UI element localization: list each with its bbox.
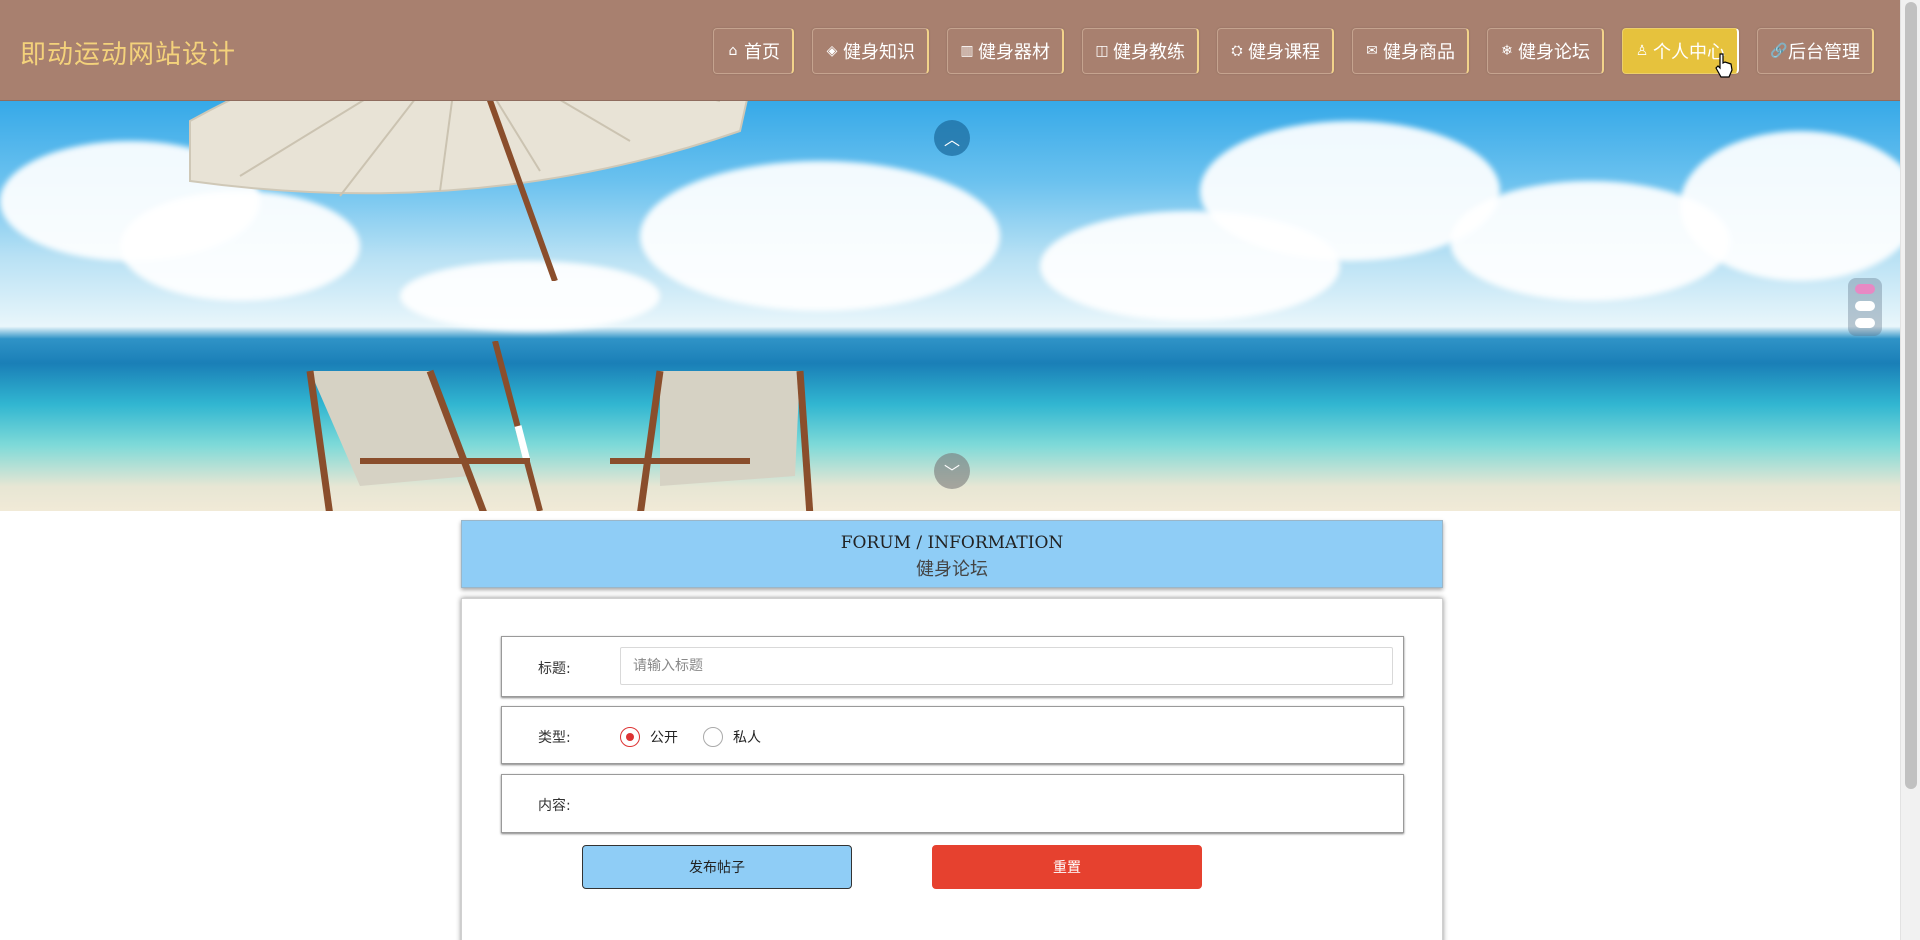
type-radio-group: 公开 私人 [620,727,786,747]
banner-carousel: ︿ ﹀ [0,101,1900,511]
user-icon: ♙ [1635,43,1649,59]
type-private-radio[interactable] [703,727,723,747]
main-nav: ⌂ 首页 ◈ 健身知识 ▥ 健身器材 ◫ 健身教练 ⛭ 健身课程 ✉ 健身商品 [695,28,1874,74]
nav-item-home[interactable]: ⌂ 首页 [713,28,794,74]
link-icon: 🔗 [1770,43,1788,59]
carousel-dot-2[interactable] [1855,301,1875,311]
nav-item-label: 健身器材 [978,42,1050,63]
type-row: 类型: 公开 私人 [501,706,1404,764]
nav-item-label: 健身知识 [843,42,915,63]
site-title: 即动运动网站设计 [20,40,237,70]
title-input[interactable] [620,647,1393,685]
nav-item-admin[interactable]: 🔗 后台管理 [1757,28,1874,74]
gift-icon: ◫ [1095,43,1109,59]
beach-chair-icon [306,369,530,511]
carousel-dot-3[interactable] [1855,318,1875,328]
carousel-dot-1[interactable] [1855,284,1875,294]
chevron-down-icon: ﹀ [943,463,960,482]
nav-item-fitness-course[interactable]: ⛭ 健身课程 [1217,28,1334,74]
scrollbar-thumb[interactable] [1905,2,1917,789]
page: 即动运动网站设计 ⌂ 首页 ◈ 健身知识 ▥ 健身器材 ◫ 健身教练 ⛭ 健身课… [0,0,1920,940]
carousel-next-button[interactable]: ﹀ [934,453,970,489]
title-row: 标题: [501,636,1404,697]
nav-item-label: 健身论坛 [1518,42,1590,63]
header: 即动运动网站设计 ⌂ 首页 ◈ 健身知识 ▥ 健身器材 ◫ 健身教练 ⛭ 健身课… [0,0,1900,101]
nav-item-fitness-forum[interactable]: ❄ 健身论坛 [1487,28,1604,74]
nav-item-label: 后台管理 [1788,42,1860,63]
layers-icon: ◈ [826,43,838,59]
home-icon: ⌂ [728,43,738,59]
carousel-indicators [1848,278,1882,336]
post-form: 标题: 类型: 公开 私人 内容: 发布帖子 重置 [461,598,1443,940]
hand-cursor-icon [1715,53,1733,78]
forum-title-en: FORUM / INFORMATION [840,533,1064,553]
title-label: 标题: [538,661,571,677]
content-row[interactable]: 内容: [501,774,1404,833]
carousel-prev-button[interactable]: ︿ [934,120,970,156]
nav-item-fitness-equipment[interactable]: ▥ 健身器材 [947,28,1064,74]
chevron-up-icon: ︿ [943,130,960,149]
nav-item-fitness-knowledge[interactable]: ◈ 健身知识 [812,28,929,74]
nav-item-fitness-goods[interactable]: ✉ 健身商品 [1352,28,1469,74]
snowflake-icon: ❄ [1501,43,1513,59]
page-scrollbar[interactable] [1900,0,1920,940]
beach-chair-icon [610,370,814,511]
nav-item-label: 健身课程 [1248,42,1320,63]
forum-title-cn: 健身论坛 [916,559,988,580]
cog-icon: ⛭ [1231,43,1243,59]
nav-item-label: 首页 [744,42,780,63]
type-public-label[interactable]: 公开 [650,727,678,747]
beach-umbrella-icon [189,101,748,281]
nav-item-fitness-coach[interactable]: ◫ 健身教练 [1082,28,1199,74]
nav-item-label: 健身商品 [1383,42,1455,63]
reset-button[interactable]: 重置 [932,845,1202,889]
publish-post-button[interactable]: 发布帖子 [582,845,852,889]
mail-icon: ✉ [1366,43,1378,59]
content-label: 内容: [538,798,571,814]
type-private-label[interactable]: 私人 [733,727,761,747]
type-public-radio[interactable] [620,727,640,747]
forum-heading: FORUM / INFORMATION 健身论坛 [461,520,1443,588]
type-label: 类型: [538,730,571,746]
nav-item-label: 健身教练 [1113,42,1185,63]
grid-icon: ▥ [960,43,974,59]
